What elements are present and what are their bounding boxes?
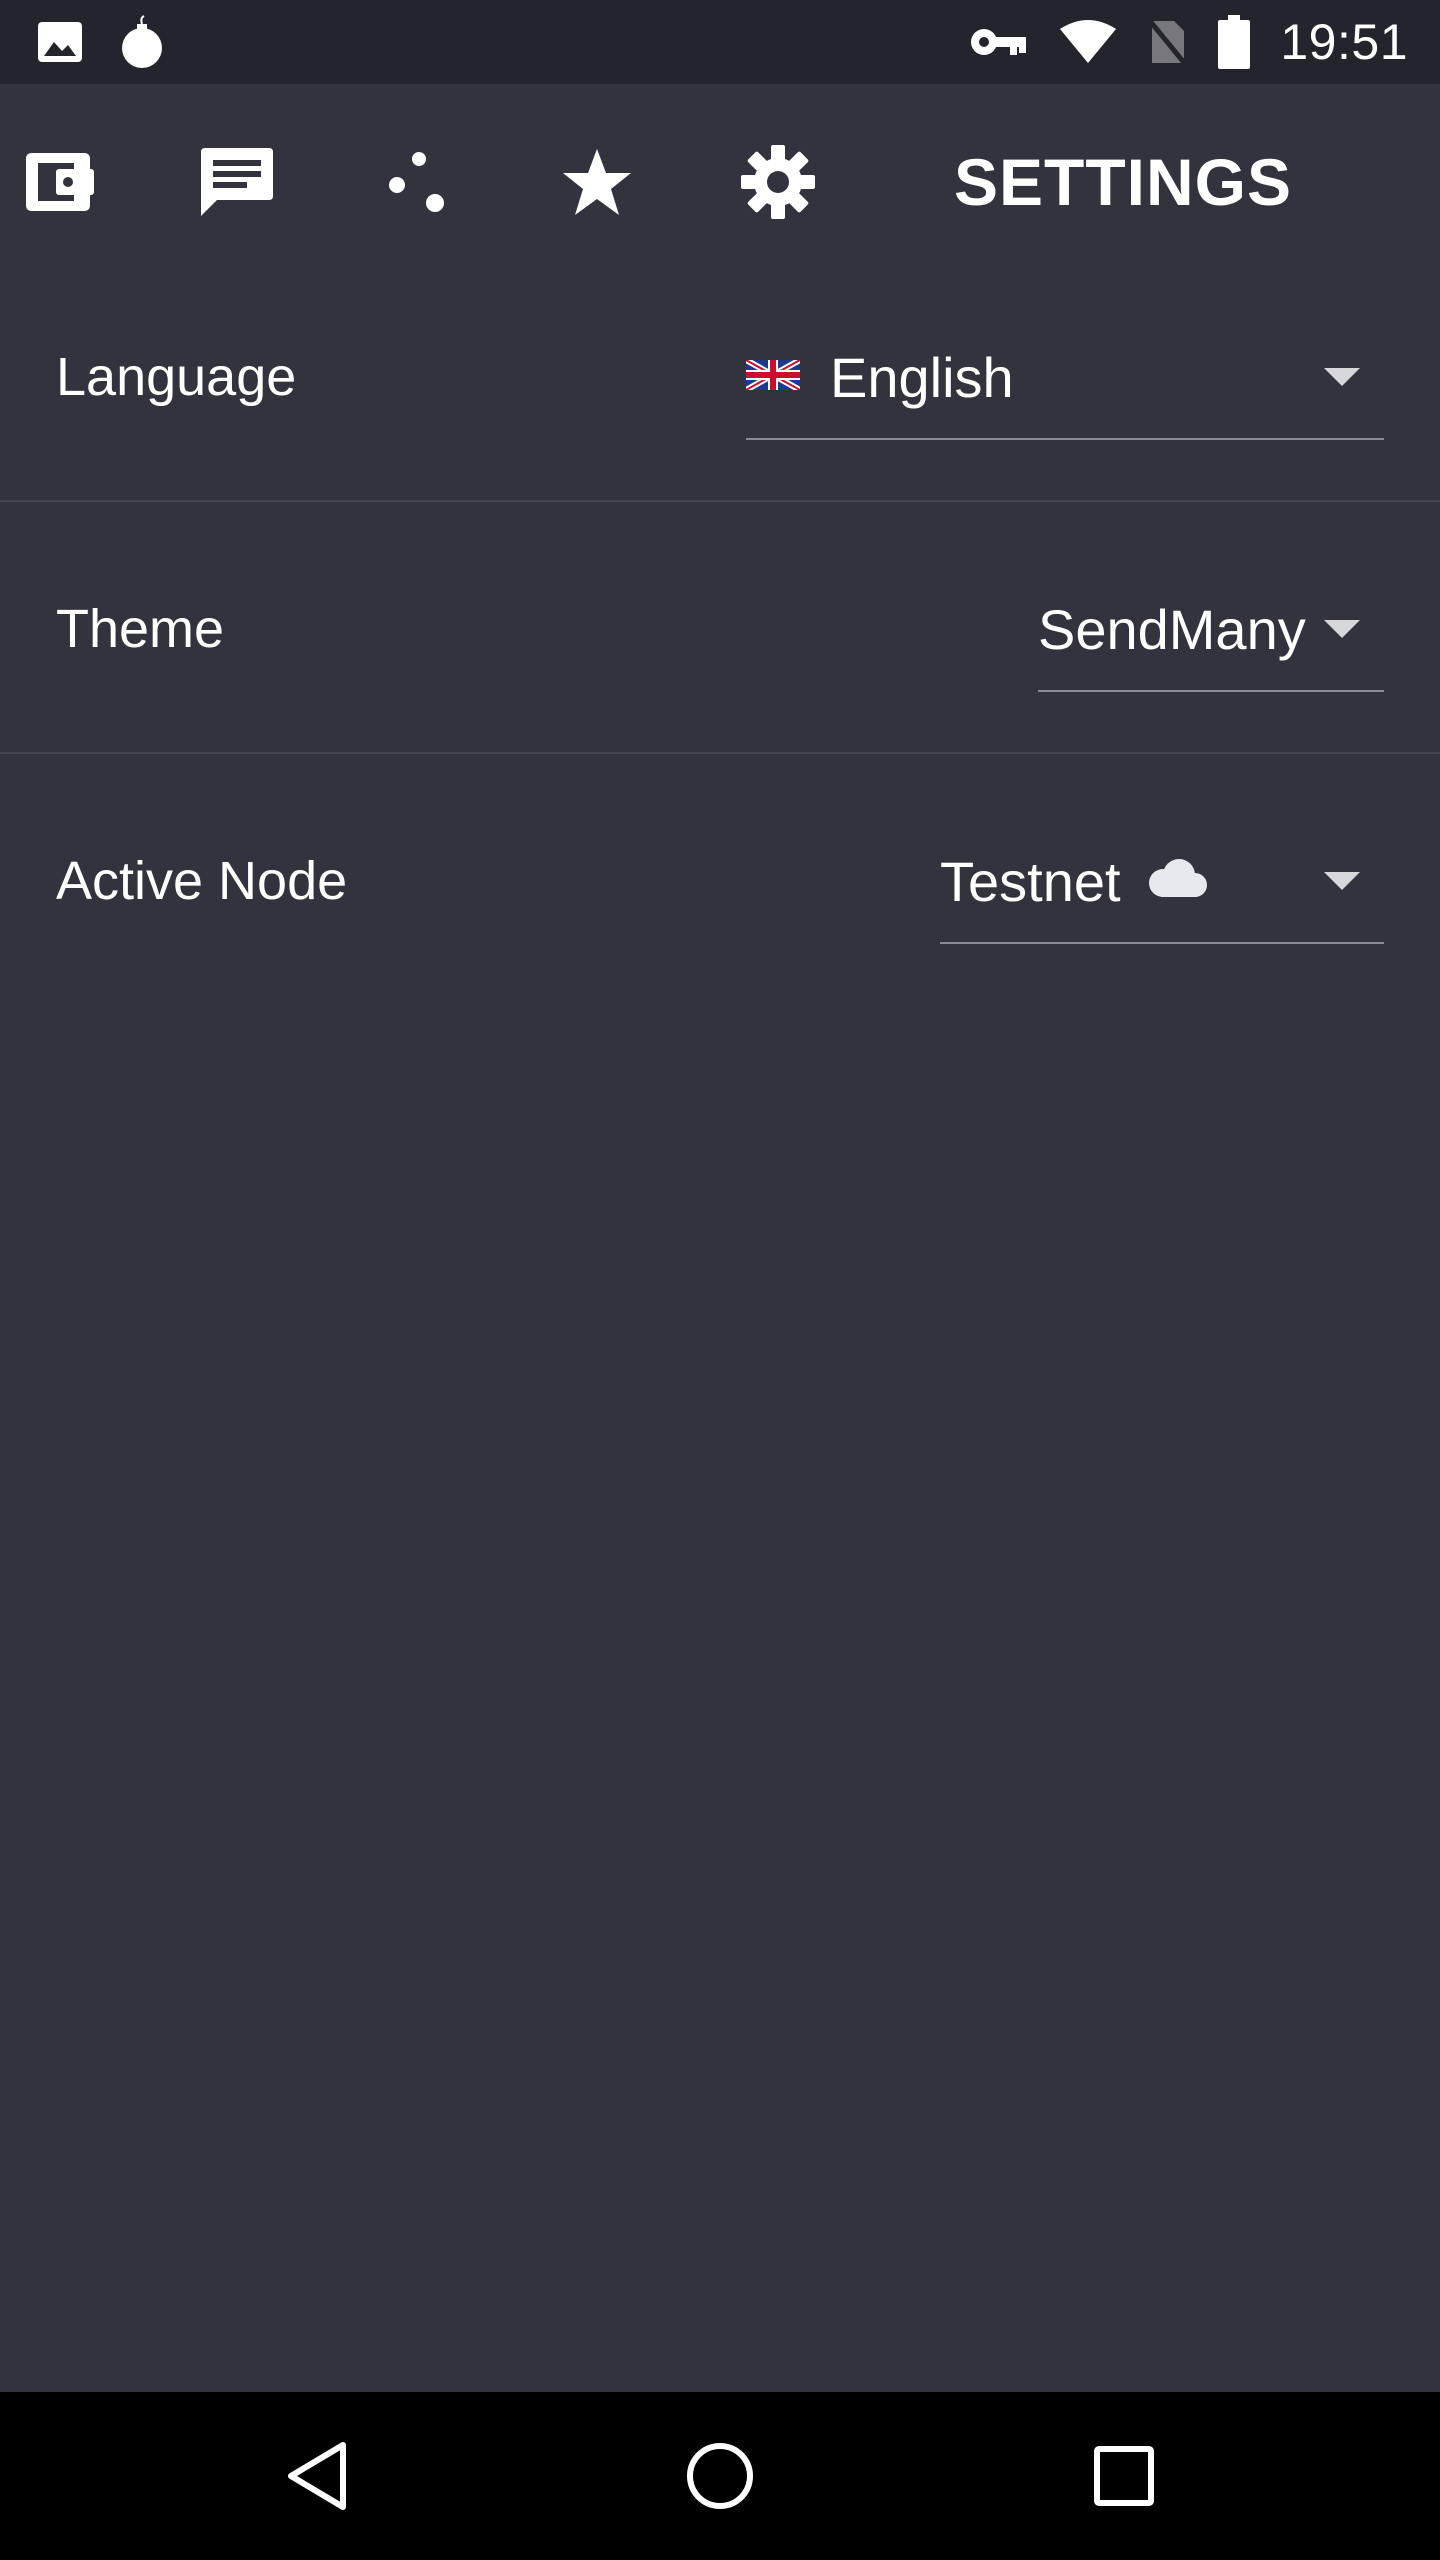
setting-row-theme: Theme SendMany <box>0 504 1440 754</box>
active-node-select[interactable]: Testnet <box>940 820 1384 944</box>
status-left-icons <box>36 14 164 70</box>
page-title: SETTINGS <box>954 145 1293 219</box>
theme-value: SendMany <box>1038 597 1306 661</box>
setting-row-active-node: Active Node Testnet <box>0 756 1440 1006</box>
chevron-down-icon <box>1324 872 1360 890</box>
active-node-label: Active Node <box>56 851 348 911</box>
chevron-down-icon <box>1324 368 1360 386</box>
battery-icon <box>1218 15 1251 69</box>
wifi-icon <box>1058 19 1118 65</box>
recents-icon[interactable] <box>1044 2392 1204 2560</box>
status-right-icons: 19:51 <box>970 13 1408 71</box>
language-label: Language <box>56 347 297 407</box>
back-icon[interactable] <box>237 2392 397 2560</box>
bomb-icon <box>120 14 164 70</box>
chevron-down-icon <box>1324 620 1360 638</box>
app-bar: SETTINGS <box>0 84 1440 280</box>
status-time: 19:51 <box>1280 14 1408 70</box>
uk-flag-icon <box>744 356 802 395</box>
home-icon[interactable] <box>640 2392 800 2560</box>
theme-select[interactable]: SendMany <box>1038 568 1384 692</box>
active-node-value: Testnet <box>940 849 1121 913</box>
star-icon[interactable] <box>527 84 667 280</box>
language-value: English <box>830 345 1014 409</box>
cloud-icon <box>1143 857 1211 906</box>
theme-label: Theme <box>56 599 225 659</box>
status-bar: 19:51 <box>0 0 1440 84</box>
setting-row-language: Language English <box>0 252 1440 502</box>
scatter-dots-icon[interactable] <box>347 84 487 280</box>
gear-icon[interactable] <box>708 84 848 280</box>
system-nav-bar <box>0 2392 1440 2560</box>
wallet-icon[interactable] <box>0 84 128 280</box>
no-sim-icon <box>1148 17 1189 67</box>
message-icon[interactable] <box>167 84 307 280</box>
vpn-key-icon <box>970 25 1028 59</box>
language-select[interactable]: English <box>744 316 1384 440</box>
image-icon <box>36 20 84 64</box>
